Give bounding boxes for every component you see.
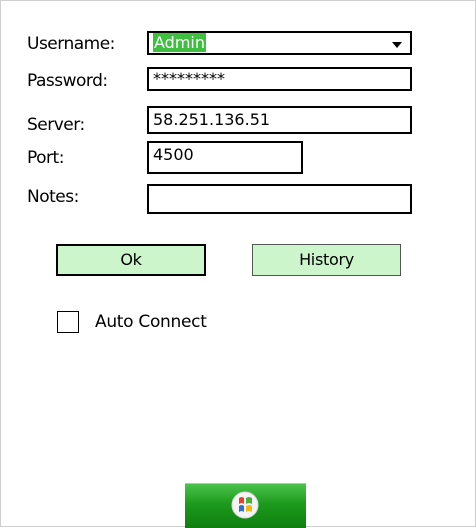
login-panel: Username: Admin Password: ********* Serv…: [0, 0, 476, 528]
auto-connect-checkbox[interactable]: [57, 311, 79, 333]
notes-field[interactable]: [147, 184, 412, 214]
ok-button[interactable]: Ok: [56, 244, 206, 276]
username-dropdown[interactable]: Admin: [147, 31, 412, 55]
username-label: Username:: [27, 34, 115, 54]
port-label: Port:: [27, 148, 64, 168]
password-label: Password:: [27, 71, 108, 91]
start-button[interactable]: [185, 483, 306, 528]
server-field[interactable]: 58.251.136.51: [147, 106, 412, 134]
auto-connect-label[interactable]: Auto Connect: [95, 312, 207, 332]
username-value: Admin: [153, 33, 206, 52]
server-label: Server:: [27, 115, 85, 135]
password-field[interactable]: *********: [147, 67, 412, 91]
history-button[interactable]: History: [252, 244, 401, 276]
chevron-down-icon[interactable]: [392, 42, 402, 48]
port-field[interactable]: 4500: [147, 141, 303, 174]
notes-label: Notes:: [27, 187, 79, 207]
windows-flag-icon: [231, 491, 259, 519]
